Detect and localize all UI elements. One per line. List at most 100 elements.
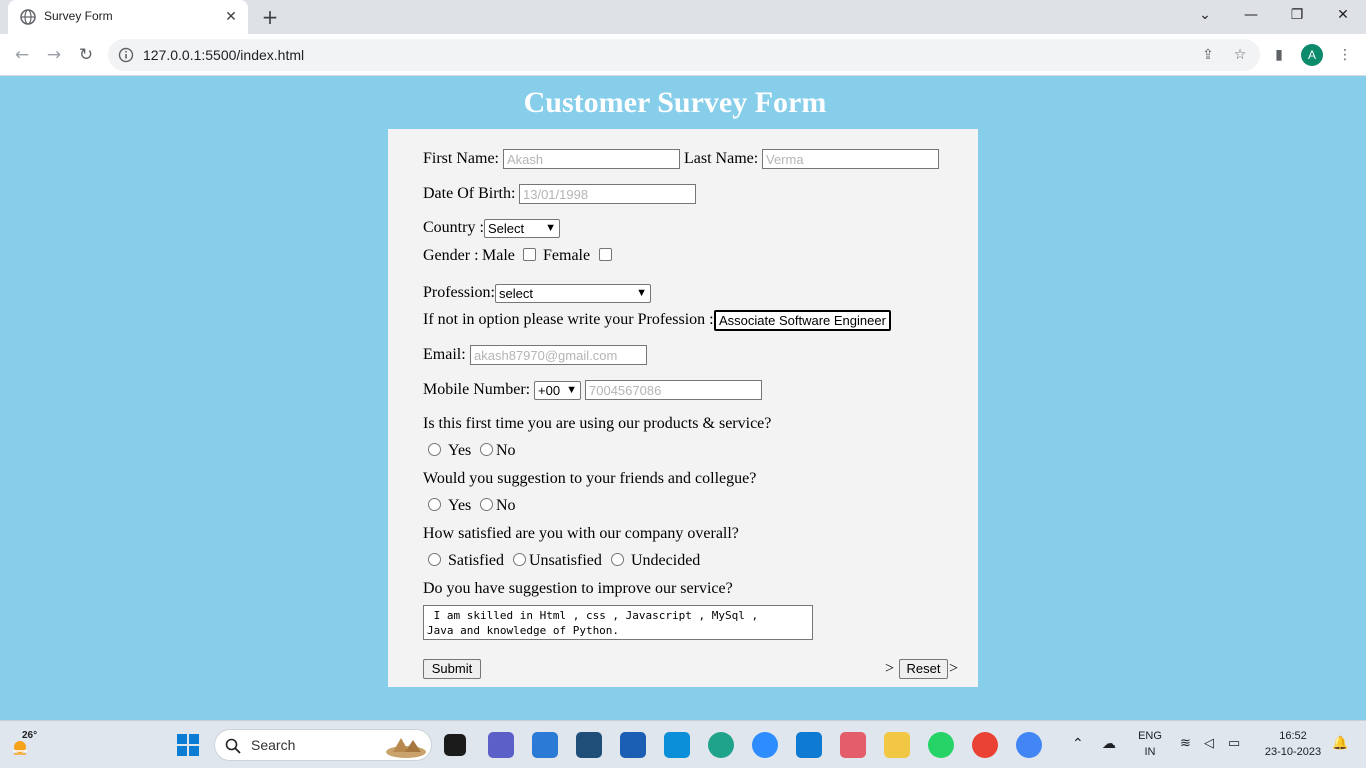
mobile-label: Mobile Number: xyxy=(423,381,531,398)
microsoft-store-icon[interactable] xyxy=(620,732,646,758)
chrome-profile-icon[interactable] xyxy=(1016,732,1042,758)
page-title: Customer Survey Form xyxy=(523,86,827,119)
country-select-value: Select xyxy=(488,221,525,236)
reset-button[interactable]: Reset xyxy=(899,659,948,679)
chevron-down-icon: ▼ xyxy=(566,384,577,396)
email-label: Email: xyxy=(423,346,466,363)
reload-icon[interactable]: ↻ xyxy=(74,43,98,67)
chevron-down-icon: ▼ xyxy=(545,222,556,234)
undecided-label: Undecided xyxy=(631,552,701,569)
taskbar-search-label: Search xyxy=(251,737,296,753)
menu-kebab-icon[interactable]: ⋮ xyxy=(1334,44,1356,66)
edge-icon[interactable] xyxy=(708,732,734,758)
recommend-no-radio[interactable] xyxy=(480,498,493,511)
search-highlight-icon xyxy=(386,738,426,758)
whatsapp-icon[interactable] xyxy=(928,732,954,758)
language-top[interactable]: ENG xyxy=(1136,730,1164,742)
task-view-icon[interactable] xyxy=(444,734,466,756)
back-arrow-icon[interactable]: ← xyxy=(10,43,34,67)
recommend-yes-radio[interactable] xyxy=(428,498,441,511)
chevron-down-icon: ▼ xyxy=(636,287,647,299)
suggestion-textarea[interactable]: I am skilled in Html , css , Javascript … xyxy=(423,605,813,640)
dob-label: Date Of Birth: xyxy=(423,185,516,202)
country-code-value: +00 xyxy=(538,383,561,398)
profession-select[interactable]: select ▼ xyxy=(495,284,651,303)
unsatisfied-radio[interactable] xyxy=(513,553,526,566)
first-time-no-radio[interactable] xyxy=(480,443,493,456)
question-recommend: Would you suggestion to your friends and… xyxy=(423,470,757,487)
forward-arrow-icon[interactable]: → xyxy=(42,43,66,67)
clock-date[interactable]: 23-10-2023 xyxy=(1258,746,1328,758)
weather-temp: 26° xyxy=(22,730,38,741)
taskbar-search-box[interactable]: Search xyxy=(214,729,432,761)
teams-icon[interactable] xyxy=(488,732,514,758)
email-input[interactable] xyxy=(470,345,647,365)
tab-close-icon[interactable]: ✕ xyxy=(222,8,240,26)
wifi-icon[interactable]: ≋ xyxy=(1180,735,1191,751)
gender-female-checkbox[interactable] xyxy=(599,248,612,261)
mysql-workbench-icon[interactable] xyxy=(576,732,602,758)
chrome-icon[interactable] xyxy=(972,732,998,758)
first-name-input[interactable] xyxy=(503,149,680,169)
tray-overflow-chevron-icon[interactable]: ⌃ xyxy=(1072,735,1084,752)
onedrive-icon[interactable]: ☁ xyxy=(1102,735,1116,752)
browser-tab-strip: Survey Form ✕ + ⌄ — ❐ ✕ xyxy=(0,0,1366,34)
restore-button[interactable]: ❐ xyxy=(1274,0,1320,30)
volume-icon[interactable]: ◁ xyxy=(1204,735,1214,751)
browser-toolbar: ← → ↻ 127.0.0.1:5500/index.html ⇪ ☆ ▮ A … xyxy=(0,34,1366,76)
address-bar[interactable]: 127.0.0.1:5500/index.html ⇪ ☆ xyxy=(108,39,1260,71)
first-time-yes-radio[interactable] xyxy=(428,443,441,456)
gender-label: Gender : xyxy=(423,247,479,264)
notification-bell-icon[interactable]: 🔔 xyxy=(1332,735,1348,751)
bookmark-star-icon[interactable]: ☆ xyxy=(1230,45,1250,65)
profession-select-value: select xyxy=(499,286,533,301)
reset-suffix-text: > xyxy=(949,660,959,677)
submit-button[interactable]: Submit xyxy=(423,659,481,679)
battery-icon[interactable]: ▭ xyxy=(1228,735,1240,751)
profession-other-input[interactable] xyxy=(714,310,891,331)
notepad-icon[interactable] xyxy=(532,732,558,758)
question-satisfaction: How satisfied are you with our company o… xyxy=(423,525,739,542)
gender-male-checkbox[interactable] xyxy=(523,248,536,261)
dob-input[interactable] xyxy=(519,184,696,204)
survey-form-card xyxy=(388,129,978,687)
question-first-time: Is this first time you are using our pro… xyxy=(423,415,772,432)
satisfied-label: Satisfied xyxy=(448,552,504,569)
satisfied-radio[interactable] xyxy=(428,553,441,566)
windows-start-icon[interactable] xyxy=(176,733,200,757)
unsatisfied-label: Unsatisfied xyxy=(529,552,602,569)
git-icon[interactable] xyxy=(840,732,866,758)
country-select[interactable]: Select ▼ xyxy=(484,219,560,238)
alexa-icon[interactable] xyxy=(664,732,690,758)
zoom-icon[interactable] xyxy=(752,732,778,758)
recommend-no-label: No xyxy=(496,497,516,514)
globe-icon xyxy=(20,9,36,25)
undecided-radio[interactable] xyxy=(611,553,624,566)
tab-title: Survey Form xyxy=(44,9,113,23)
country-code-select[interactable]: +00 ▼ xyxy=(534,381,581,400)
tab-search-button[interactable]: ⌄ xyxy=(1182,0,1228,30)
first-name-label: First Name: xyxy=(423,150,499,167)
new-tab-button[interactable]: + xyxy=(258,6,282,30)
file-explorer-icon[interactable] xyxy=(884,732,910,758)
language-bottom[interactable]: IN xyxy=(1136,746,1164,758)
last-name-input[interactable] xyxy=(762,149,939,169)
search-icon xyxy=(225,738,241,754)
side-panel-icon[interactable]: ▮ xyxy=(1268,44,1290,66)
last-name-label: Last Name: xyxy=(684,150,759,167)
close-window-button[interactable]: ✕ xyxy=(1320,0,1366,30)
browser-tab[interactable]: Survey Form ✕ xyxy=(8,0,248,34)
first-time-yes-label: Yes xyxy=(448,442,472,459)
question-suggestion: Do you have suggestion to improve our se… xyxy=(423,580,733,597)
vscode-icon[interactable] xyxy=(796,732,822,758)
profession-label: Profession: xyxy=(423,284,495,301)
url-text[interactable]: 127.0.0.1:5500/index.html xyxy=(143,47,304,63)
mobile-input[interactable] xyxy=(585,380,762,400)
windows-taskbar: 26° Search ⌃ ☁ ENG IN ≋ ◁ ▭ 16:52 23-10-… xyxy=(0,720,1366,768)
minimize-button[interactable]: — xyxy=(1228,0,1274,30)
share-icon[interactable]: ⇪ xyxy=(1198,45,1218,65)
info-icon[interactable] xyxy=(118,47,134,63)
profile-avatar[interactable]: A xyxy=(1301,44,1323,66)
reset-prefix-text: > xyxy=(885,660,895,677)
clock-time[interactable]: 16:52 xyxy=(1260,730,1326,742)
